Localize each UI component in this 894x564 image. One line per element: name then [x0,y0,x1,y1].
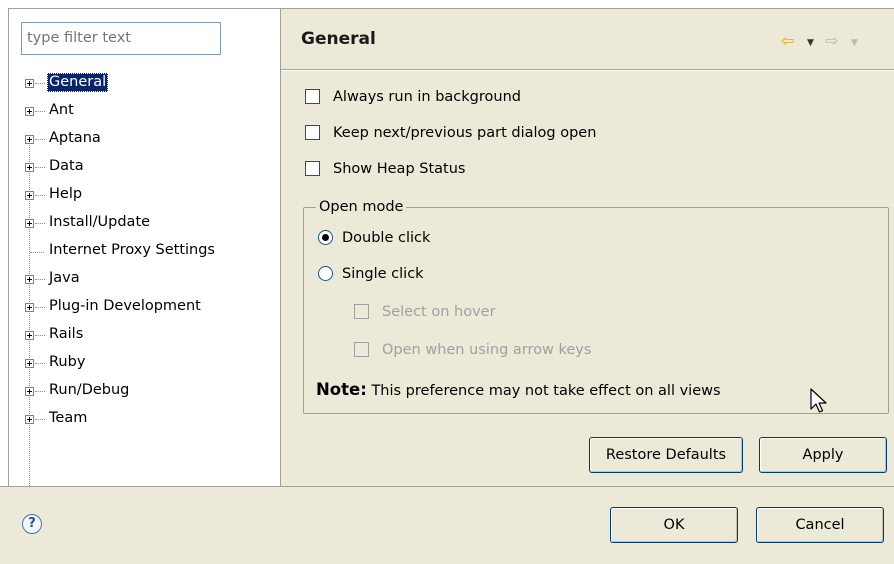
preference-note: Note: This preference may not take effec… [316,380,721,399]
tree-connector [35,335,45,337]
tree-connector [35,279,45,281]
tree-connector [35,111,45,113]
keep-dialog-open-checkbox[interactable] [305,125,320,140]
tree-connector [35,195,45,197]
tree-item-run-debug[interactable]: Run/Debug [9,379,279,407]
tree-item-ant[interactable]: Ant [9,99,279,127]
checkbox-label: Open when using arrow keys [382,342,592,358]
expand-icon[interactable] [25,359,34,368]
tree-item-label: Run/Debug [49,382,130,398]
apply-button[interactable]: Apply [759,437,887,473]
page-title: General [301,29,376,49]
tree-item-label: Java [49,270,80,286]
page-navigation: ⇦ ▼ ⇨ ▼ [781,33,891,51]
tree-item-data[interactable]: Data [9,155,279,183]
dialog-footer: ? OK Cancel [0,486,894,564]
expand-icon[interactable] [25,107,34,116]
help-icon[interactable]: ? [22,514,42,534]
expand-icon[interactable] [25,219,34,228]
single-click-radio[interactable] [318,266,333,281]
tree-item-help[interactable]: Help [9,183,279,211]
expand-icon[interactable] [25,135,34,144]
tree-item-install-update[interactable]: Install/Update [9,211,279,239]
filter-input[interactable] [22,23,215,52]
expand-icon[interactable] [25,331,34,340]
expand-icon[interactable] [25,387,34,396]
back-arrow-icon[interactable]: ⇦ [781,33,794,49]
tree-item-internet-proxy-settings[interactable]: Internet Proxy Settings [9,239,279,267]
tree-item-label: Ruby [49,354,86,370]
forward-arrow-icon: ⇨ [825,31,839,50]
expand-icon[interactable] [25,79,34,88]
open-arrow-keys-checkbox [354,342,369,357]
tree-item-team[interactable]: Team [9,407,279,435]
tree-item-label: Install/Update [49,214,151,230]
checkbox-label: Show Heap Status [333,161,466,177]
select-on-hover-checkbox [354,304,369,319]
title-separator-highlight [281,70,894,71]
tree-item-rails[interactable]: Rails [9,323,279,351]
cancel-button[interactable]: Cancel [756,507,884,543]
expand-icon[interactable] [25,191,34,200]
checkbox-label: Keep next/previous part dialog open [333,125,597,141]
tree-item-general[interactable]: General [9,71,279,99]
mouse-cursor-icon [810,388,828,420]
restore-defaults-button[interactable]: Restore Defaults [589,437,743,473]
tree-connector [30,252,44,254]
forward-history-dropdown-icon: ▼ [851,38,858,48]
preference-page: General ⇦ ▼ ⇨ ▼ Always run in background… [280,8,894,486]
checkbox-label: Always run in background [333,89,521,105]
tree-item-label: Ant [49,102,74,118]
double-click-radio[interactable] [318,230,333,245]
open-mode-group: Open mode Double click Single click Sele… [303,197,889,414]
back-history-dropdown-icon[interactable]: ▼ [807,35,814,51]
tree-item-label: Internet Proxy Settings [49,242,215,258]
tree-connector [35,419,45,421]
tree-connector [35,83,45,85]
open-mode-legend: Open mode [316,197,407,217]
tree-connector [35,363,45,365]
tree-item-ruby[interactable]: Ruby [9,351,279,379]
filter-field-container [21,22,221,55]
expand-icon[interactable] [25,303,34,312]
tree-item-plug-in-development[interactable]: Plug-in Development [9,295,279,323]
checkbox-label: Select on hover [382,304,496,320]
tree-connector [35,139,45,141]
tree-connector [35,307,45,309]
tree-item-label: Help [49,186,83,202]
always-run-in-background-checkbox[interactable] [305,89,320,104]
radio-label: Single click [342,266,424,282]
tree-item-label: Team [49,410,88,426]
note-text: This preference may not take effect on a… [371,383,721,399]
radio-label: Double click [342,230,431,246]
show-heap-status-checkbox[interactable] [305,161,320,176]
expand-icon[interactable] [25,163,34,172]
ok-button[interactable]: OK [610,507,738,543]
tree-item-label: Data [49,158,84,174]
tree-connector [35,223,45,225]
tree-item-java[interactable]: Java [9,267,279,295]
expand-icon[interactable] [25,275,34,284]
tree-item-label: Aptana [49,130,101,146]
tree-item-label: General [47,73,109,92]
tree-connector [35,167,45,169]
expand-icon[interactable] [25,415,34,424]
preference-tree-panel: General Ant Aptana Data Help Install/Upd… [8,8,281,520]
tree-item-aptana[interactable]: Aptana [9,127,279,155]
note-label: Note: [316,380,367,399]
tree-connector [35,391,45,393]
tree-item-label: Plug-in Development [49,298,201,314]
tree-item-label: Rails [49,326,84,342]
